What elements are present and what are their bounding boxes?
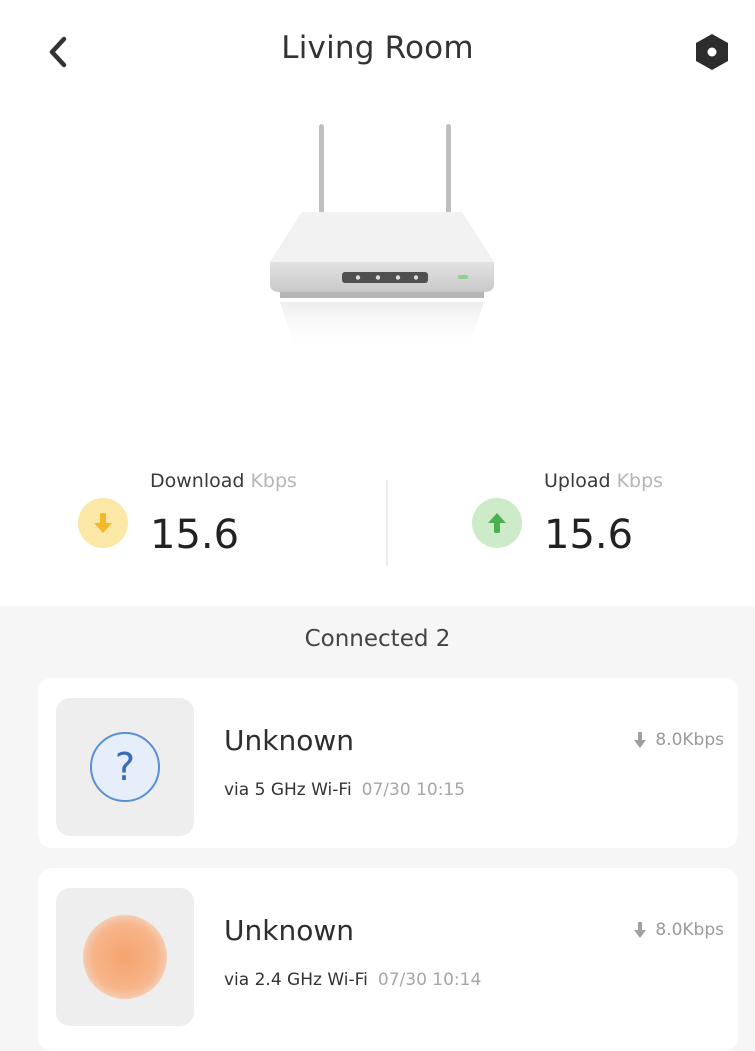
upload-label: Upload bbox=[544, 470, 611, 492]
page-title: Living Room bbox=[281, 30, 474, 66]
divider bbox=[386, 480, 388, 566]
arrow-down-icon bbox=[634, 732, 647, 748]
device-connection: via 2.4 GHz Wi-Fi bbox=[224, 970, 368, 990]
download-unit: Kbps bbox=[250, 470, 297, 492]
speed-stats: Download Kbps 15.6 Upload Kbps 15.6 bbox=[0, 440, 755, 600]
upload-indicator bbox=[472, 498, 522, 548]
connected-devices-section: Connected 2 ? Unknown via 5 GHz Wi-Fi 07/… bbox=[0, 606, 755, 1051]
download-indicator bbox=[78, 498, 128, 548]
device-connection: via 5 GHz Wi-Fi bbox=[224, 780, 352, 800]
arrow-down-icon bbox=[634, 922, 647, 938]
settings-button[interactable] bbox=[690, 30, 734, 74]
arrow-up-icon bbox=[488, 513, 506, 533]
orange-avatar bbox=[83, 915, 167, 999]
device-rate: 8.0Kbps bbox=[655, 920, 724, 940]
device-card[interactable]: ? Unknown via 5 GHz Wi-Fi 07/30 10:15 8.0… bbox=[38, 678, 738, 848]
router-image bbox=[262, 112, 502, 362]
upload-value: 15.6 bbox=[544, 512, 634, 558]
connected-count: Connected 2 bbox=[304, 626, 451, 652]
question-icon: ? bbox=[90, 732, 160, 802]
device-time: 07/30 10:15 bbox=[361, 780, 466, 800]
router-icon bbox=[270, 124, 494, 352]
device-time: 07/30 10:14 bbox=[377, 970, 482, 990]
device-avatar: ? bbox=[56, 698, 194, 836]
header: Living Room bbox=[0, 0, 755, 100]
device-card[interactable]: Unknown via 2.4 GHz Wi-Fi 07/30 10:14 8.0… bbox=[38, 868, 738, 1051]
download-value: 15.6 bbox=[150, 512, 240, 558]
upload-unit: Kbps bbox=[616, 470, 664, 492]
device-name: Unknown bbox=[224, 914, 354, 947]
device-rate: 8.0Kbps bbox=[655, 730, 724, 750]
download-label: Download bbox=[150, 470, 245, 492]
device-avatar bbox=[56, 888, 194, 1026]
hex-gear-icon bbox=[696, 34, 728, 70]
arrow-down-icon bbox=[94, 513, 112, 533]
device-name: Unknown bbox=[224, 724, 354, 757]
